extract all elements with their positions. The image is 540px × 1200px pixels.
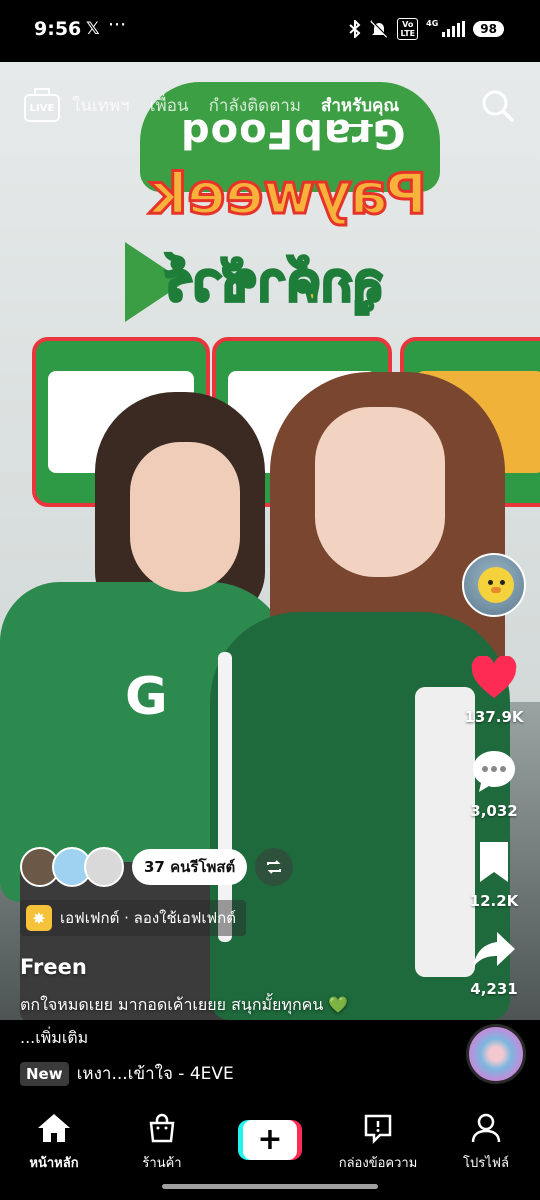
- share-count: 4,231: [470, 980, 518, 998]
- duck-eye: [488, 580, 493, 585]
- new-badge: New: [20, 1061, 69, 1086]
- cardigan-stripe: [218, 652, 232, 942]
- heart-icon: [471, 655, 517, 698]
- nav-home[interactable]: หน้าหลัก: [4, 1112, 104, 1173]
- status-time: 9:56: [34, 18, 82, 40]
- status-bar: 9:56 𝕏 ··· Vo LTE 4G 98: [0, 0, 540, 62]
- comment-count: 3,032: [470, 802, 518, 820]
- duck-eye: [500, 580, 505, 585]
- feed-tabs: ในเทพฯ เพื่อน กำลังติดตาม สำหรับคุณ: [72, 92, 399, 127]
- effect-label: เอฟเฟกต์ · ลองใช้เอฟเฟกต์: [60, 909, 236, 927]
- share-arrow-icon: [473, 932, 515, 968]
- repost-count-badge[interactable]: 37 คนรีโพสต์: [132, 849, 248, 885]
- effect-link[interactable]: ✸ เอฟเฟกต์ · ลองใช้เอฟเฟกต์: [20, 900, 246, 936]
- post-caption: ตกใจหมดเยย มากอดเค้าเยยย สนุกมั้ยทุกคน 💚: [20, 994, 440, 1016]
- signal-icon: [442, 21, 466, 37]
- tab-following[interactable]: กำลังติดตาม: [209, 92, 301, 119]
- bookmark-icon: [480, 842, 508, 882]
- live-button[interactable]: LIVE: [24, 88, 60, 122]
- shopping-bag-icon: [149, 1113, 175, 1143]
- volte-badge: Vo LTE: [397, 18, 419, 40]
- home-icon: [38, 1114, 70, 1142]
- caption-text: ตกใจหมดเยย มากอดเค้าเยยย สนุกมั้ยทุกคน: [20, 995, 324, 1014]
- see-more-link[interactable]: ...เพิ่มเติม: [20, 1026, 88, 1051]
- comment-bubble-icon: [473, 751, 515, 792]
- backdrop-campaign-thai-text: ลูกค้าชัวร์: [164, 252, 387, 315]
- live-icon: LIVE: [24, 94, 60, 122]
- nav-home-label: หน้าหลัก: [29, 1156, 79, 1171]
- backdrop-campaign-text: Payweek: [149, 161, 429, 229]
- plus-icon: +: [243, 1120, 297, 1160]
- green-heart-emoji: 💚: [328, 995, 349, 1014]
- save-button[interactable]: 12.2K: [458, 840, 530, 910]
- nav-inbox-label: กล่องข้อความ: [338, 1156, 418, 1171]
- nav-inbox[interactable]: กล่องข้อความ: [328, 1112, 428, 1173]
- music-info[interactable]: New เหงา...เข้าใจ - 4EVE: [20, 1060, 234, 1087]
- person-left-face: [130, 442, 240, 592]
- search-icon: [482, 90, 514, 122]
- repost-button[interactable]: [255, 848, 294, 886]
- like-button[interactable]: 137.9K: [458, 655, 530, 726]
- tab-local[interactable]: ในเทพฯ: [72, 92, 130, 119]
- nav-shop-label: ร้านค้า: [142, 1156, 182, 1171]
- effect-sparkle-icon: ✸: [26, 905, 52, 931]
- more-notifications-icon: ···: [108, 14, 127, 36]
- duck-avatar-icon: [478, 567, 514, 603]
- home-indicator[interactable]: [162, 1184, 378, 1189]
- battery-indicator: 98: [473, 21, 504, 37]
- mute-bell-icon: [370, 20, 389, 38]
- repost-icon: [267, 860, 282, 874]
- search-button[interactable]: [480, 88, 516, 124]
- person-right-face: [315, 407, 445, 577]
- bluetooth-icon: [349, 20, 361, 38]
- reposter-avatar: [84, 847, 124, 887]
- network-type: 4G: [426, 18, 439, 28]
- tv-antenna-icon: [34, 88, 50, 96]
- nav-profile[interactable]: โปรไฟล์: [436, 1112, 536, 1173]
- duck-beak: [491, 587, 501, 593]
- nav-profile-label: โปรไฟล์: [463, 1156, 509, 1171]
- save-count: 12.2K: [469, 892, 519, 910]
- like-count: 137.9K: [464, 708, 524, 726]
- create-button[interactable]: +: [238, 1120, 302, 1160]
- music-title: เหงา...เข้าใจ - 4EVE: [76, 1064, 234, 1084]
- share-button[interactable]: 4,231: [458, 928, 530, 998]
- music-disc[interactable]: [466, 1024, 526, 1084]
- creator-username[interactable]: Freen: [20, 955, 87, 979]
- inbox-message-icon: [364, 1114, 392, 1145]
- profile-person-icon: [471, 1113, 501, 1143]
- comment-button[interactable]: 3,032: [458, 748, 530, 820]
- tab-for-you[interactable]: สำหรับคุณ: [321, 92, 399, 127]
- creator-avatar[interactable]: [462, 553, 526, 617]
- repost-row[interactable]: 37 คนรีโพสต์: [20, 845, 294, 889]
- x-app-icon: 𝕏: [86, 19, 100, 39]
- tab-friends[interactable]: เพื่อน: [150, 92, 189, 119]
- nav-shop[interactable]: ร้านค้า: [112, 1112, 212, 1173]
- jacket-logo: G: [125, 667, 168, 727]
